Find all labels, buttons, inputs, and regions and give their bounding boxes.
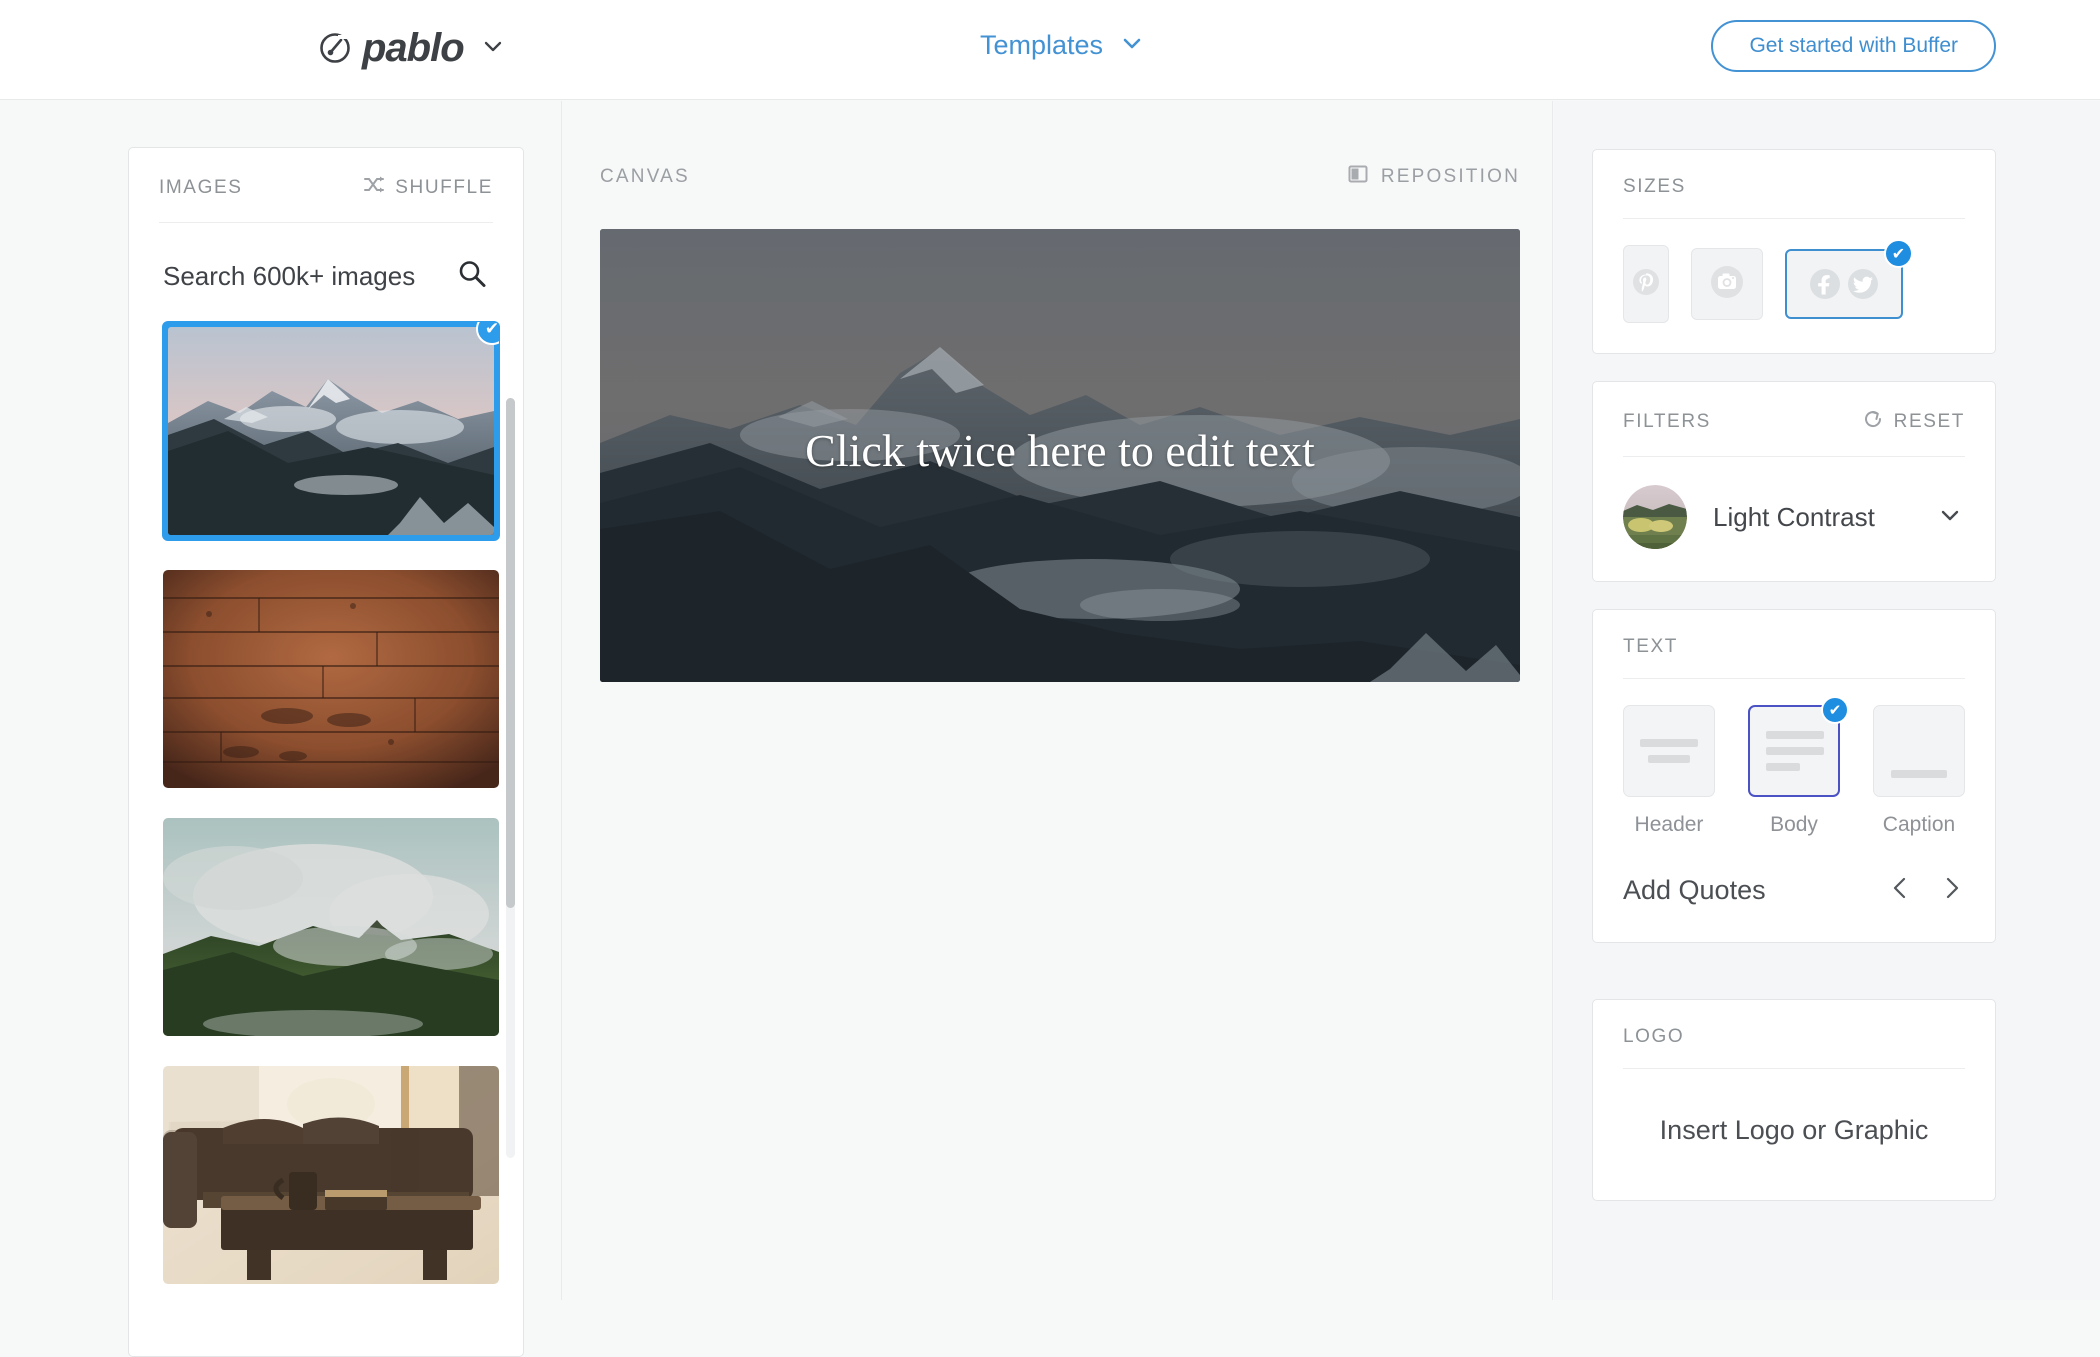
- filters-panel-title: FILTERS: [1623, 411, 1711, 432]
- canvas-editable-text[interactable]: Click twice here to edit text: [600, 229, 1520, 682]
- logo-panel-body: Insert Logo or Graphic: [1593, 1069, 1995, 1200]
- canvas-header: CANVAS REPOSITION: [600, 163, 1520, 191]
- thumbnail-image: [163, 570, 499, 788]
- reposition-icon: [1347, 163, 1369, 191]
- filter-preview-thumb: [1623, 485, 1687, 549]
- search-input[interactable]: [163, 261, 443, 292]
- reset-label: RESET: [1893, 411, 1965, 432]
- instagram-icon: [1709, 264, 1745, 305]
- search-icon[interactable]: [455, 257, 489, 296]
- selected-filter-name: Light Contrast: [1713, 501, 1875, 532]
- top-bar: pablo Templates Get started with Buffer: [0, 0, 2100, 100]
- preview-bar: [1766, 731, 1824, 739]
- reset-icon: [1862, 408, 1884, 436]
- text-panel-header: TEXT: [1593, 610, 1995, 678]
- sizes-panel-title: SIZES: [1623, 176, 1686, 197]
- add-quotes-row: Add Quotes: [1593, 847, 1995, 942]
- pinterest-icon: [1631, 267, 1661, 302]
- brand-name: pablo: [362, 26, 465, 70]
- sizes-panel-header: SIZES: [1593, 150, 1995, 218]
- image-thumbnail-list: ✔: [129, 322, 523, 1284]
- check-icon: ✔: [1821, 696, 1849, 724]
- add-quotes-label[interactable]: Add Quotes: [1623, 875, 1766, 906]
- image-thumbnail-living-room-sofa[interactable]: [163, 1066, 499, 1284]
- text-style-options: Header ✔ Body Caption: [1593, 679, 1995, 847]
- chevron-right-icon[interactable]: [1939, 873, 1965, 908]
- shuffle-icon: [363, 174, 385, 202]
- image-thumbnail-cloudy-green-mountain[interactable]: [163, 818, 499, 1036]
- preview-bar: [1648, 755, 1690, 763]
- thumbnail-image: [163, 818, 499, 1036]
- image-search-row: [129, 223, 523, 322]
- right-column: SIZES ✔ FILTERS RESET Light Contrast TEX…: [1554, 101, 2100, 1300]
- shuffle-label: SHUFFLE: [395, 177, 493, 198]
- text-style-caption[interactable]: Caption: [1873, 705, 1965, 837]
- text-style-body-preview: ✔: [1748, 696, 1849, 797]
- preview-bar: [1891, 770, 1947, 778]
- filters-panel-header: FILTERS RESET: [1593, 382, 1995, 456]
- quotes-navigation: [1887, 873, 1965, 908]
- insert-logo-button[interactable]: Insert Logo or Graphic: [1660, 1115, 1929, 1146]
- stage: IMAGES SHUFFLE Search 600k+ images ✔ CAN…: [0, 101, 2100, 1357]
- image-thumbnail-wooden-planks[interactable]: [163, 570, 499, 788]
- text-panel-title: TEXT: [1623, 636, 1678, 657]
- image-list-scrollbar-track[interactable]: [506, 398, 515, 1158]
- filters-panel: FILTERS RESET Light Contrast: [1592, 381, 1996, 582]
- logo-panel: LOGO Insert Logo or Graphic: [1592, 999, 1996, 1201]
- text-panel: TEXT Header ✔ Body Caption Add Quotes: [1592, 609, 1996, 943]
- text-style-caption-preview: [1873, 705, 1965, 797]
- text-style-header-label: Header: [1634, 813, 1704, 836]
- brand-logo[interactable]: pablo: [318, 28, 506, 68]
- size-options: ✔: [1593, 219, 1995, 353]
- reset-filters-button[interactable]: RESET: [1862, 408, 1965, 436]
- chevron-down-icon[interactable]: [1935, 500, 1965, 535]
- pablo-logo-icon: [318, 31, 352, 65]
- check-icon: ✔: [1884, 239, 1913, 268]
- logo-panel-header: LOGO: [1593, 1000, 1995, 1068]
- preview-bar: [1766, 763, 1800, 771]
- reposition-label: REPOSITION: [1380, 166, 1520, 187]
- image-list-scrollbar-thumb[interactable]: [506, 398, 515, 908]
- preview-bar: [1766, 747, 1824, 755]
- shuffle-button[interactable]: SHUFFLE: [363, 174, 493, 202]
- canvas-preview[interactable]: Click twice here to edit text: [600, 229, 1520, 682]
- filter-selector[interactable]: Light Contrast: [1593, 457, 1995, 581]
- images-panel: IMAGES SHUFFLE Search 600k+ images ✔: [128, 147, 524, 1357]
- chevron-left-icon[interactable]: [1887, 873, 1913, 908]
- facebook-twitter-icon: [1808, 267, 1880, 301]
- get-started-button[interactable]: Get started with Buffer: [1711, 20, 1996, 72]
- templates-label: Templates: [979, 30, 1104, 60]
- image-thumbnail-snowy-mountain-dusk[interactable]: ✔: [163, 322, 499, 540]
- text-style-header[interactable]: Header: [1623, 705, 1715, 837]
- size-option-pinterest[interactable]: [1623, 245, 1669, 323]
- text-style-body-label: Body: [1770, 813, 1818, 836]
- thumbnail-image: [168, 327, 494, 535]
- size-option-facebook-twitter[interactable]: ✔: [1785, 239, 1913, 319]
- chevron-down-icon[interactable]: [480, 33, 506, 64]
- reposition-button[interactable]: REPOSITION: [1347, 163, 1520, 191]
- logo-panel-title: LOGO: [1623, 1026, 1685, 1047]
- chevron-down-icon[interactable]: [1119, 30, 1145, 61]
- preview-bar: [1640, 739, 1698, 747]
- images-panel-header: IMAGES SHUFFLE: [129, 148, 523, 222]
- left-column: IMAGES SHUFFLE Search 600k+ images ✔: [0, 101, 562, 1357]
- text-style-body[interactable]: ✔ Body: [1748, 696, 1849, 837]
- images-panel-title: IMAGES: [159, 177, 243, 198]
- size-option-instagram[interactable]: [1691, 248, 1763, 320]
- thumbnail-image: [163, 1066, 499, 1284]
- text-style-caption-label: Caption: [1882, 813, 1956, 836]
- center-column: CANVAS REPOSITION Click twice here to ed…: [563, 101, 1553, 1300]
- templates-menu[interactable]: Templates: [980, 30, 1145, 61]
- text-style-header-preview: [1623, 705, 1715, 797]
- sizes-panel: SIZES ✔: [1592, 149, 1996, 354]
- canvas-label: CANVAS: [600, 166, 690, 187]
